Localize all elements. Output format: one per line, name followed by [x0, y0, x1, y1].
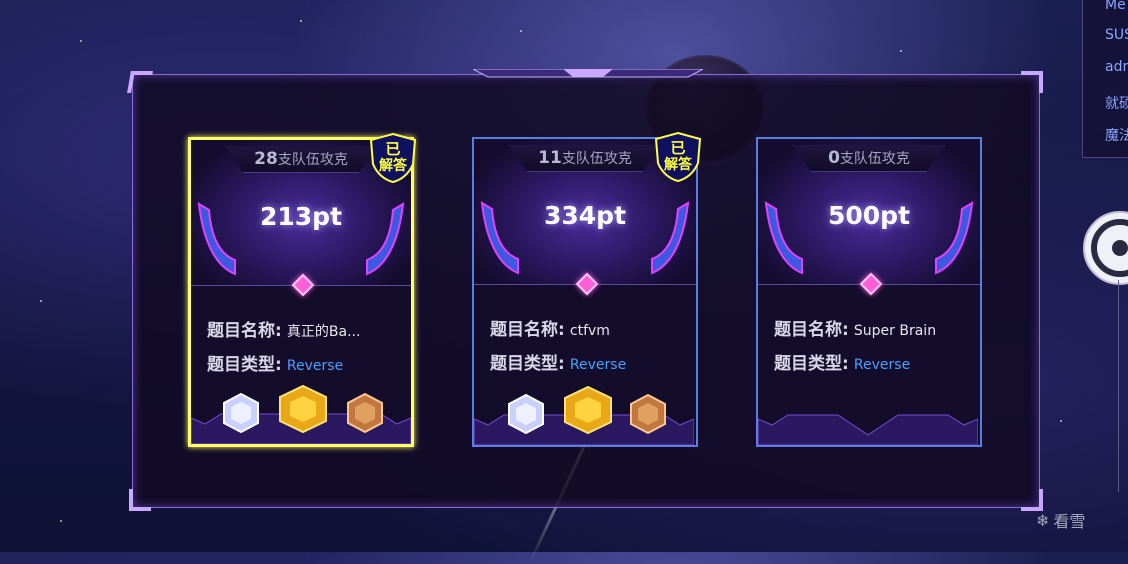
challenge-type: Reverse — [853, 357, 911, 373]
side-list-item[interactable]: adr — [1105, 59, 1128, 75]
challenge-card[interactable]: 0支队伍攻克 500pt 题目名称: Super Brain 题目类型: Rev… — [756, 137, 982, 447]
challenge-panel: 28支队伍攻克 213pt 已 解答 题目名称: 真正的Ba... 题目类型: … — [127, 69, 1043, 511]
name-label: 题目名称: — [490, 320, 565, 340]
solved-teams-label: 28支队伍攻克 — [225, 146, 377, 173]
solved-badge: 已 解答 — [652, 131, 704, 183]
points-value: 500pt — [827, 201, 911, 230]
side-list-item[interactable]: Me — [1105, 0, 1126, 13]
bronze-gem-icon — [347, 392, 383, 434]
silver-gem-icon — [223, 392, 259, 434]
challenge-name: 真正的Ba... — [286, 324, 361, 340]
solved-count: 11 — [538, 148, 562, 168]
card-info: 题目名称: 真正的Ba... 题目类型: Reverse — [207, 314, 403, 382]
medal-row — [191, 384, 411, 438]
watermark: ❄ 看雪 — [1036, 510, 1086, 532]
pink-gem-icon — [291, 273, 315, 297]
divider — [1118, 280, 1119, 492]
name-label: 题目名称: — [207, 321, 282, 341]
type-label: 题目类型: — [774, 354, 849, 374]
type-label: 题目类型: — [207, 355, 282, 375]
solved-teams-label: 0支队伍攻克 — [793, 145, 945, 172]
card-info: 题目名称: ctfvm 题目类型: Reverse — [490, 313, 688, 381]
silver-gem-icon — [508, 393, 544, 435]
solved-teams-label: 11支队伍攻克 — [509, 145, 661, 172]
points-value: 213pt — [259, 202, 343, 231]
side-list-item[interactable]: 魔法 — [1105, 125, 1128, 145]
solved-count: 28 — [254, 149, 278, 169]
card-header: 0支队伍攻克 500pt — [758, 139, 980, 296]
solved-badge: 已 解答 — [367, 132, 419, 184]
challenge-type: Reverse — [286, 358, 344, 374]
challenge-card[interactable]: 28支队伍攻克 213pt 已 解答 题目名称: 真正的Ba... 题目类型: … — [188, 132, 417, 447]
medal-row — [474, 385, 696, 439]
eye-ring-icon[interactable] — [1080, 208, 1128, 288]
solved-count: 0 — [828, 148, 840, 168]
challenge-type: Reverse — [569, 357, 627, 373]
name-label: 题目名称: — [774, 320, 849, 340]
challenge-name: ctfvm — [569, 323, 610, 339]
points-value: 334pt — [543, 201, 627, 230]
side-list-panel: Me SUS adr 就硕 魔法 — [1082, 0, 1128, 158]
snowflake-icon: ❄ — [1036, 510, 1050, 530]
challenge-card[interactable]: 11支队伍攻克 334pt 已 解答 题目名称: ctfvm 题目类型: Rev… — [472, 131, 702, 447]
card-info: 题目名称: Super Brain 题目类型: Reverse — [774, 313, 972, 381]
card-bottom-ornament — [758, 414, 978, 445]
pink-gem-icon — [575, 272, 599, 296]
gold-gem-icon — [564, 385, 612, 435]
bronze-gem-icon — [630, 393, 666, 435]
side-list-item[interactable]: 就硕 — [1105, 93, 1128, 113]
pink-gem-icon — [859, 272, 883, 296]
panel-top-ornament — [473, 69, 703, 78]
challenge-name: Super Brain — [853, 323, 937, 339]
gold-gem-icon — [279, 384, 327, 434]
type-label: 题目类型: — [490, 354, 565, 374]
side-list-item[interactable]: SUS — [1105, 27, 1128, 43]
